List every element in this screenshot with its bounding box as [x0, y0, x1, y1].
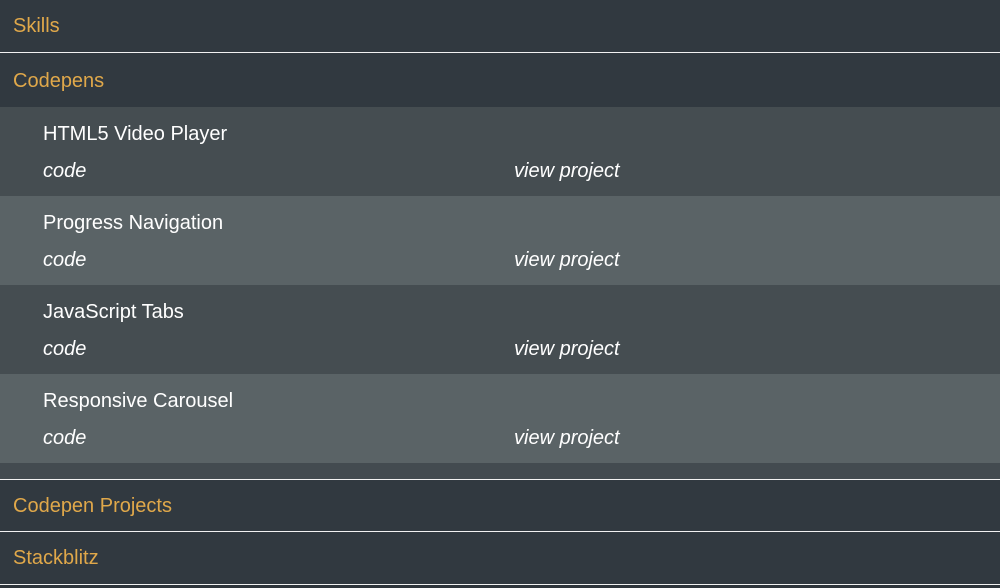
list-item-javascript-tabs: JavaScript Tabs code view project [0, 285, 1000, 374]
list-item-responsive-carousel: Responsive Carousel code view project [0, 374, 1000, 463]
code-link[interactable]: code [43, 160, 86, 183]
section-header-stackblitz[interactable]: Stackblitz [0, 532, 1000, 585]
view-project-link[interactable]: view project [514, 338, 620, 361]
section-header-codepens[interactable]: Codepens [0, 53, 1000, 107]
item-title: Responsive Carousel [43, 390, 234, 412]
item-title: HTML5 Video Player [43, 123, 228, 145]
item-title: Progress Navigation [43, 212, 224, 234]
section-header-codepen-projects[interactable]: Codepen Projects [0, 479, 1000, 532]
section-header-skills[interactable]: Skills [0, 0, 1000, 53]
accordion: Skills Codepens HTML5 Video Player code … [0, 0, 1000, 585]
codepens-panel: HTML5 Video Player code view project Pro… [0, 107, 1000, 479]
code-link[interactable]: code [43, 249, 86, 272]
list-item-progress-navigation: Progress Navigation code view project [0, 196, 1000, 285]
view-project-link[interactable]: view project [514, 160, 620, 183]
code-link[interactable]: code [43, 427, 86, 450]
code-link[interactable]: code [43, 338, 86, 361]
view-project-link[interactable]: view project [514, 249, 620, 272]
item-title: JavaScript Tabs [43, 301, 184, 323]
list-item-html5-video-player: HTML5 Video Player code view project [0, 107, 1000, 196]
view-project-link[interactable]: view project [514, 427, 620, 450]
